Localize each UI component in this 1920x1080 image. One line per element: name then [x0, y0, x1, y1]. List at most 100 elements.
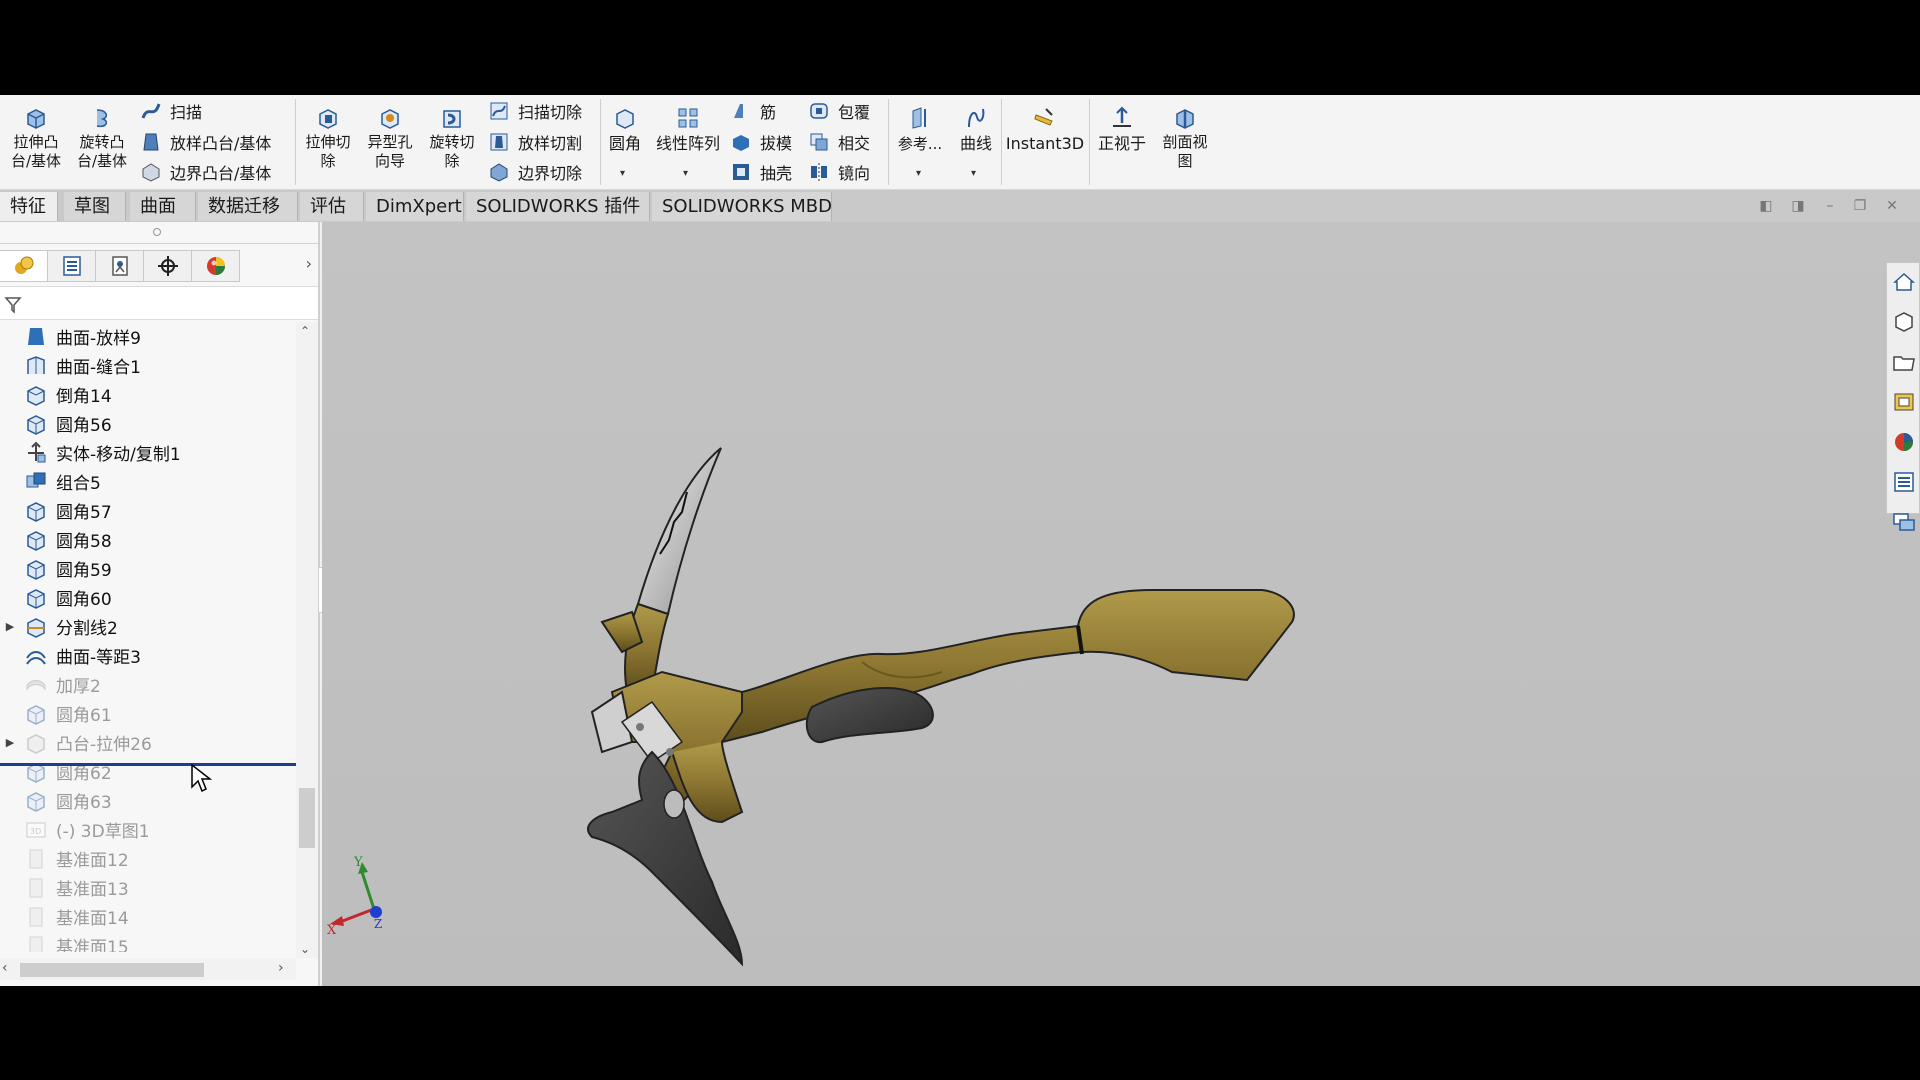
- move-copy-icon: [28, 441, 46, 462]
- revolve-cut-button[interactable]: 旋转切 除: [422, 95, 482, 171]
- reference-dropdown-caret[interactable]: ▾: [916, 168, 921, 179]
- hole-wizard-button[interactable]: 异型孔 向导: [360, 95, 420, 171]
- view-palette-icon[interactable]: [1891, 389, 1917, 415]
- scroll-thumb-horizontal[interactable]: [20, 963, 204, 977]
- tree-item[interactable]: 基准面14: [0, 902, 296, 931]
- thicken-icon: [26, 679, 46, 690]
- forum-icon[interactable]: [1891, 509, 1917, 535]
- tab-dimxpert-manager[interactable]: [144, 250, 192, 282]
- tab-property-manager[interactable]: [48, 250, 96, 282]
- curves-dropdown-caret[interactable]: ▾: [971, 168, 976, 179]
- tree-item[interactable]: 圆角61: [0, 699, 296, 728]
- loft-surface-icon: [28, 327, 44, 345]
- appearances-icon[interactable]: [1891, 429, 1917, 455]
- tree-vertical-scrollbar[interactable]: ⌃ ⌄: [296, 322, 318, 958]
- panel-tabs-chevron-icon[interactable]: ›: [306, 254, 312, 273]
- scroll-left-icon[interactable]: ‹: [2, 960, 8, 976]
- tab-solidworks-mbd[interactable]: SOLIDWORKS MBD: [652, 192, 832, 221]
- reference-geometry-button[interactable]: 参考...: [892, 95, 948, 155]
- tree-item[interactable]: 加厚2: [0, 670, 296, 699]
- scroll-up-icon[interactable]: ⌃: [300, 324, 310, 338]
- pickaxe-model[interactable]: Y X Z: [322, 222, 1920, 986]
- tab-data-migration[interactable]: 数据迁移: [198, 192, 298, 221]
- intersect-button[interactable]: 相交: [808, 129, 870, 155]
- tile-left-icon[interactable]: ◧: [1758, 198, 1774, 214]
- expand-arrow-icon[interactable]: ▶: [0, 620, 20, 633]
- revolve-boss-button[interactable]: 旋转凸 台/基体: [72, 95, 132, 171]
- scroll-right-icon[interactable]: ›: [278, 960, 284, 976]
- boundary-cut-button[interactable]: 边界切除: [488, 159, 582, 185]
- pattern-dropdown-caret[interactable]: ▾: [683, 168, 688, 179]
- tree-item[interactable]: 基准面15: [0, 931, 296, 952]
- tree-horizontal-scrollbar[interactable]: ‹ ›: [0, 958, 296, 980]
- boundary-boss-button[interactable]: 边界凸台/基体: [140, 159, 271, 185]
- tab-configuration-manager[interactable]: [96, 250, 144, 282]
- tile-right-icon[interactable]: ◨: [1790, 198, 1806, 214]
- extrude-boss-label: 拉伸凸 台/基体: [10, 133, 62, 170]
- tree-filter-bar[interactable]: [0, 286, 318, 320]
- home-icon[interactable]: [1891, 269, 1917, 295]
- tab-sketch[interactable]: 草图: [64, 192, 126, 221]
- design-library-icon[interactable]: [1891, 309, 1917, 335]
- extrude-boss-button[interactable]: 拉伸凸 台/基体: [6, 95, 66, 171]
- graphics-area[interactable]: Y X Z: [322, 222, 1920, 986]
- tree-item[interactable]: 曲面-缝合1: [0, 351, 296, 380]
- panel-splitter[interactable]: [0, 222, 318, 244]
- normal-to-button[interactable]: 正视于: [1092, 95, 1152, 155]
- tree-item[interactable]: 圆角57: [0, 496, 296, 525]
- tab-features[interactable]: 特征: [0, 192, 58, 221]
- close-icon[interactable]: ✕: [1884, 198, 1900, 214]
- tree-item[interactable]: 圆角60: [0, 583, 296, 612]
- minimize-icon[interactable]: –: [1822, 198, 1838, 214]
- draft-button[interactable]: 拔模: [730, 129, 792, 155]
- tab-evaluate[interactable]: 评估: [300, 192, 364, 221]
- rib-button[interactable]: 筋: [730, 98, 776, 124]
- tab-dimxpert[interactable]: DimXpert: [366, 192, 464, 221]
- scroll-thumb[interactable]: [299, 788, 315, 848]
- file-explorer-icon[interactable]: [1891, 349, 1917, 375]
- section-view-button[interactable]: 剖面视 图: [1154, 95, 1216, 171]
- expand-arrow-icon[interactable]: ▶: [0, 736, 20, 749]
- restore-icon[interactable]: ❐: [1852, 198, 1868, 214]
- tree-item[interactable]: 圆角58: [0, 525, 296, 554]
- curves-icon: [968, 108, 985, 128]
- swept-cut-button[interactable]: 扫描切除: [488, 98, 582, 124]
- tab-solidworks-addins[interactable]: SOLIDWORKS 插件: [466, 192, 650, 221]
- shell-button[interactable]: 抽壳: [730, 159, 792, 185]
- tree-item[interactable]: 圆角63: [0, 786, 296, 815]
- letterbox-bottom: [0, 986, 1920, 1080]
- extrude-cut-button[interactable]: 拉伸切 除: [298, 95, 358, 171]
- plane-icon: [29, 878, 43, 897]
- tree-item[interactable]: 曲面-放样9: [0, 322, 296, 351]
- tree-item[interactable]: 组合5: [0, 467, 296, 496]
- boss-extrude-icon: [27, 733, 45, 754]
- sweep-button[interactable]: 扫描: [140, 98, 202, 124]
- tab-feature-manager[interactable]: [0, 250, 48, 282]
- tab-display-manager[interactable]: [192, 250, 240, 282]
- tree-item[interactable]: ▶ 分割线2: [0, 612, 296, 641]
- wrap-button[interactable]: 包覆: [808, 98, 870, 124]
- tree-item[interactable]: 圆角59: [0, 554, 296, 583]
- tree-item[interactable]: 倒角14: [0, 380, 296, 409]
- scroll-down-icon[interactable]: ⌄: [300, 942, 310, 956]
- fillet-button[interactable]: 圆角: [602, 95, 648, 155]
- tree-item[interactable]: 曲面-等距3: [0, 641, 296, 670]
- tab-surfaces[interactable]: 曲面: [130, 192, 196, 221]
- loft-boss-button[interactable]: 放样凸台/基体: [140, 129, 271, 155]
- tree-item[interactable]: 实体-移动/复制1: [0, 438, 296, 467]
- fillet-dropdown-caret[interactable]: ▾: [620, 168, 625, 179]
- tree-item[interactable]: 圆角62: [0, 757, 296, 786]
- linear-pattern-button[interactable]: 线性阵列: [650, 95, 726, 155]
- custom-properties-icon[interactable]: [1891, 469, 1917, 495]
- instant3d-button[interactable]: Instant3D: [1004, 95, 1086, 155]
- tree-item[interactable]: 3D (-) 3D草图1: [0, 815, 296, 844]
- tree-item[interactable]: 基准面13: [0, 873, 296, 902]
- rollback-bar[interactable]: [0, 763, 296, 766]
- curves-button[interactable]: 曲线: [952, 95, 1000, 155]
- tree-item[interactable]: 圆角56: [0, 409, 296, 438]
- lofted-cut-button[interactable]: 放样切割: [488, 129, 582, 155]
- tree-item[interactable]: 基准面12: [0, 844, 296, 873]
- mirror-button[interactable]: 镜向: [808, 159, 870, 185]
- tree-item[interactable]: ▶ 凸台-拉伸26: [0, 728, 296, 757]
- reference-geometry-icon: [912, 107, 926, 129]
